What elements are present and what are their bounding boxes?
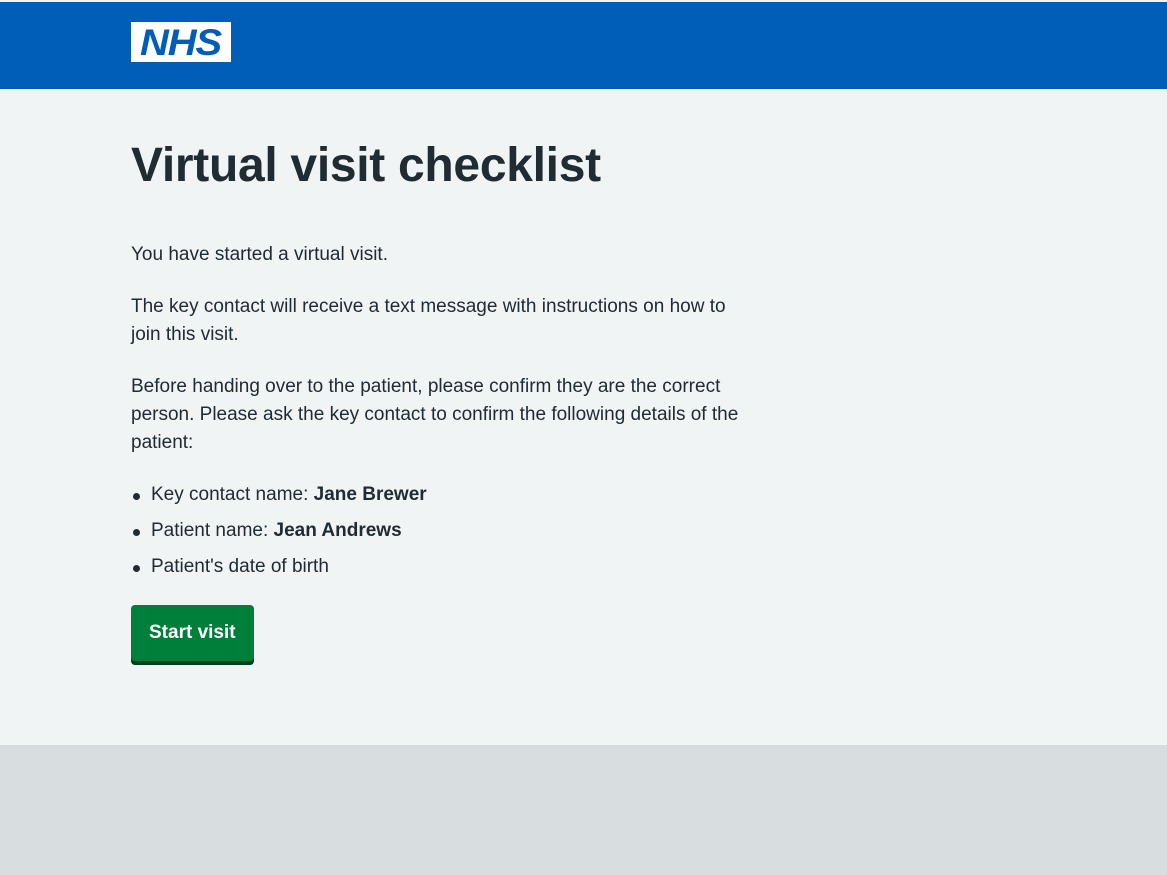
patient-details-list: Key contact name: Jane Brewer Patient na… (131, 481, 751, 581)
key-contact-label: Key contact name: (151, 484, 314, 505)
start-visit-button[interactable]: Start visit (131, 605, 254, 661)
key-contact-value: Jane Brewer (313, 484, 427, 505)
main-content: Virtual visit checklist You have started… (0, 89, 1167, 745)
list-item: Key contact name: Jane Brewer (131, 481, 751, 509)
patient-name-label: Patient name: (151, 520, 274, 541)
page-title: Virtual visit checklist (131, 139, 601, 192)
site-header: NHS (0, 2, 1167, 89)
instructions-paragraph: The key contact will receive a text mess… (131, 296, 726, 345)
list-item: Patient name: Jean Andrews (131, 517, 751, 545)
patient-name-value: Jean Andrews (273, 520, 402, 541)
body-text: You have started a virtual visit. The ke… (131, 241, 751, 589)
confirmation-paragraph: Before handing over to the patient, plea… (131, 376, 739, 453)
nhs-logo-text: NHS (140, 21, 222, 63)
nhs-logo[interactable]: NHS (131, 22, 231, 62)
date-of-birth-label: Patient's date of birth (151, 556, 329, 577)
intro-paragraph: You have started a virtual visit. (131, 244, 388, 265)
list-item: Patient's date of birth (131, 553, 751, 581)
